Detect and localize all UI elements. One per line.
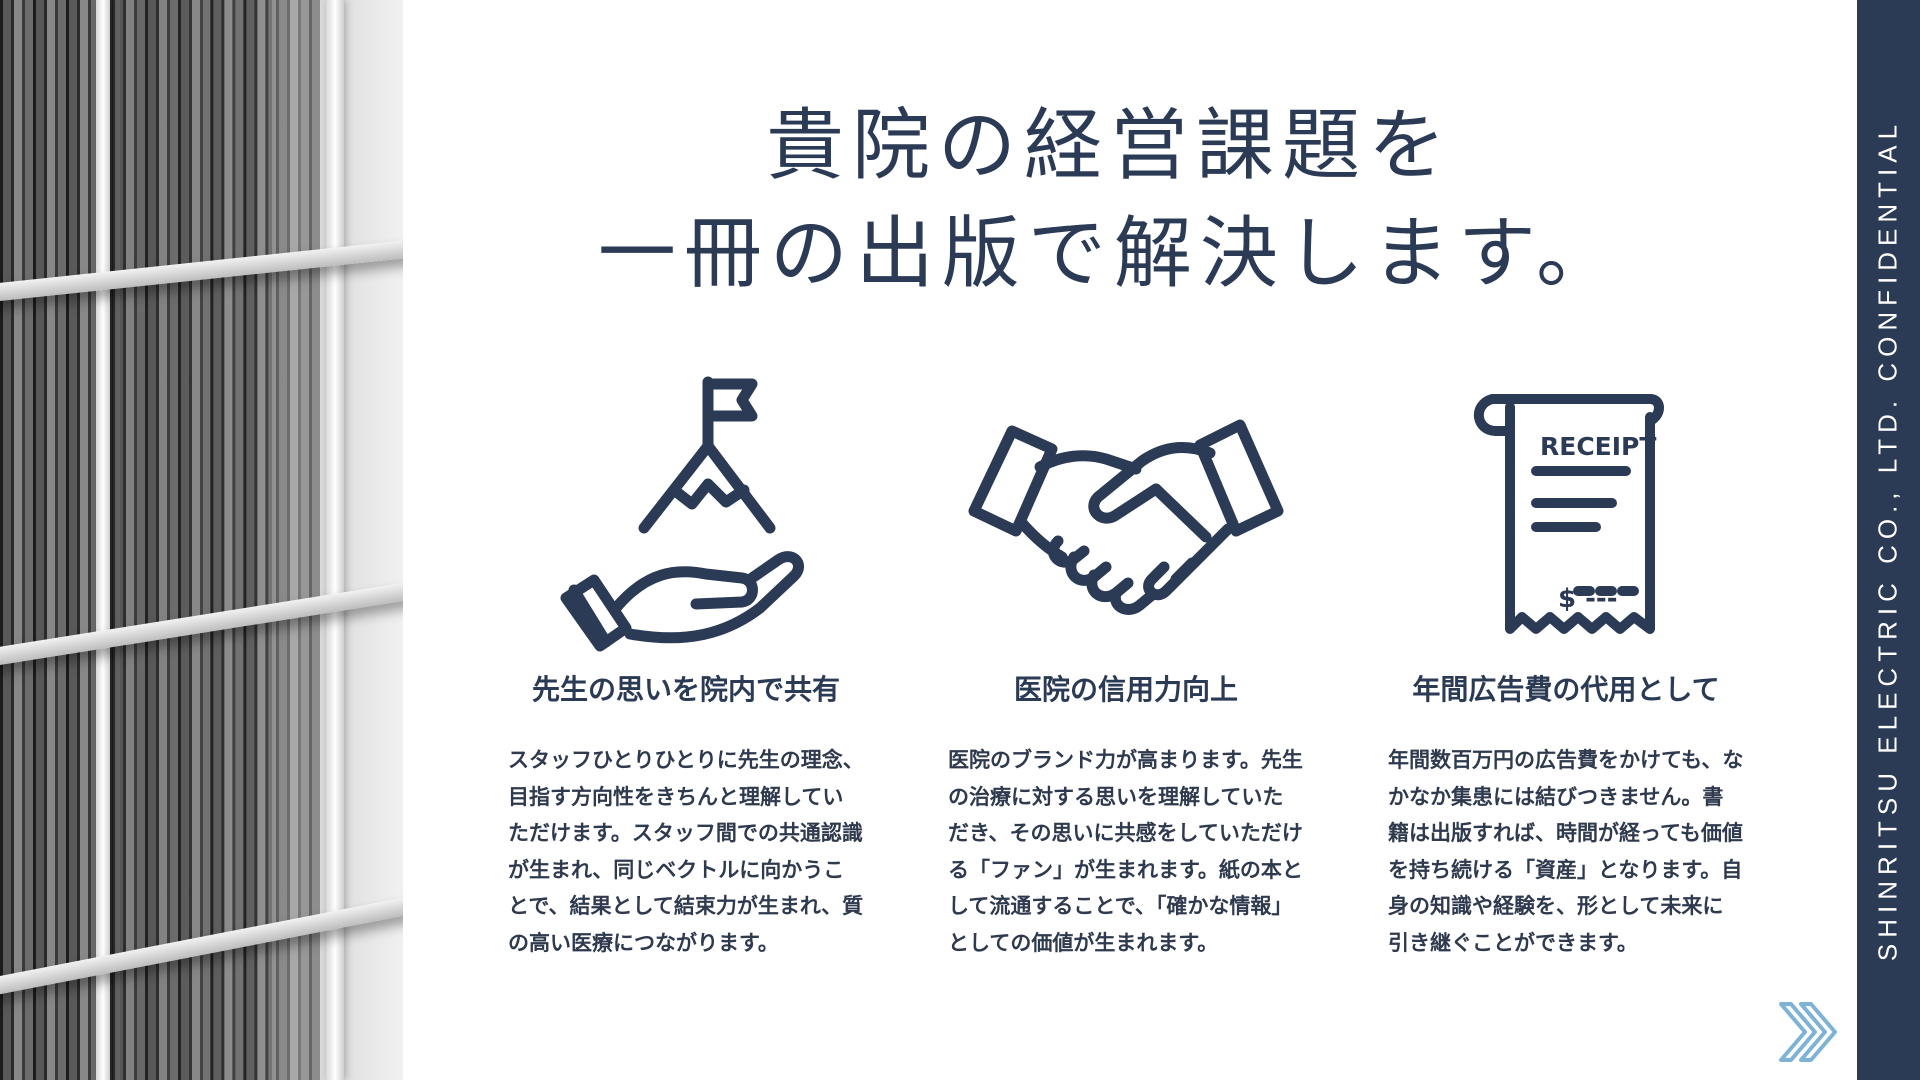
feature-title: 年間広告費の代用として <box>1412 673 1720 706</box>
handshake-icon <box>936 372 1316 662</box>
feature-description: 医院のブランド力が高まります。先生の治療に対する思いを理解していただき、その思い… <box>948 748 1303 955</box>
feature-column-trust: 医院の信用力向上 医院のブランド力が高まります。先生の治療に対する思いを理解して… <box>936 372 1316 961</box>
receipt-icon <box>1376 372 1756 662</box>
company-confidential-label: SHINRITSU ELECTRIC CO., LTD. CONFIDENTIA… <box>1872 118 1903 962</box>
double-chevron-right-icon[interactable] <box>1775 1000 1845 1064</box>
bookshelf-photo <box>0 0 403 1080</box>
headline-line-2: 一冊の出版で解決します。 <box>597 209 1623 299</box>
headline-line-1: 貴院の経営課題を <box>765 101 1454 191</box>
feature-title: 先生の思いを院内で共有 <box>531 673 840 706</box>
receipt-label: RECEIPT <box>1540 432 1657 461</box>
feature-description: スタッフひとりひとりに先生の理念、目指す方向性をきちんと理解していただけます。ス… <box>508 748 864 955</box>
feature-description: 年間数百万円の広告費をかけても、なかなか集患には結びつきません。書籍は出版すれば… <box>1388 748 1744 955</box>
feature-title: 医院の信用力向上 <box>1013 673 1238 706</box>
feature-column-share: 先生の思いを院内で共有 スタッフひとりひとりに先生の理念、目指す方向性をきちんと… <box>496 372 876 961</box>
hand-mountain-flag-icon <box>496 372 876 662</box>
headline: 貴院の経営課題を 一冊の出版で解決します。 <box>520 92 1700 308</box>
receipt-amount: $ --- <box>1558 584 1618 614</box>
